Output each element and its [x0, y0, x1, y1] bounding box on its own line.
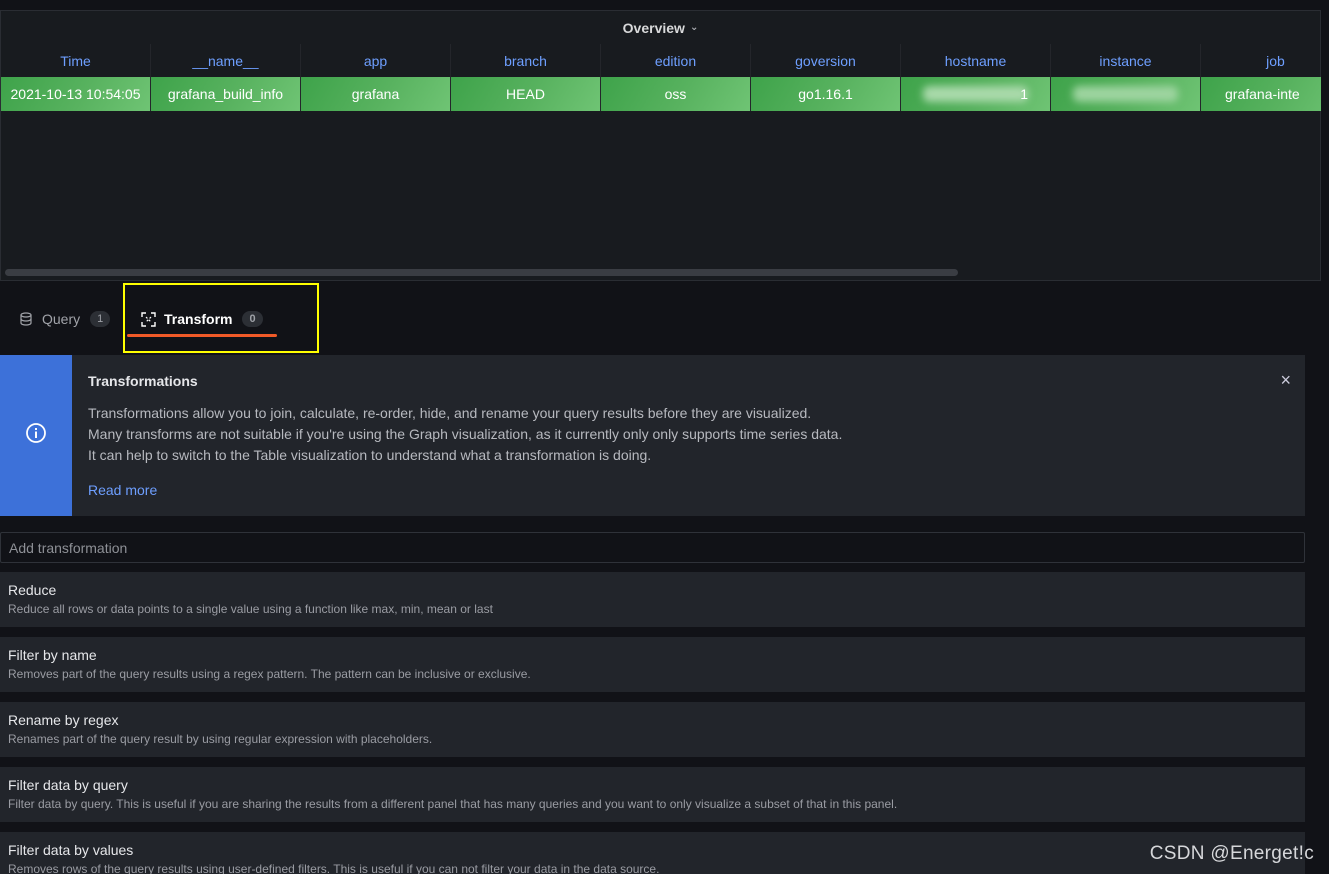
tab-transform-count: 0 — [242, 311, 263, 327]
chevron-down-icon[interactable]: ⌄ — [690, 22, 698, 33]
alert-title: Transformations — [88, 373, 198, 389]
tab-query[interactable]: Query 1 — [18, 300, 111, 338]
transformation-card-filter-data-by-values[interactable]: Filter data by values Removes rows of th… — [0, 832, 1305, 874]
column-header-instance[interactable]: instance — [1051, 44, 1201, 77]
transformation-card-rename-by-regex[interactable]: Rename by regex Renames part of the quer… — [0, 702, 1305, 757]
info-icon — [25, 422, 47, 449]
transformation-title: Filter data by query — [8, 777, 128, 793]
table-cell-time: 2021-10-13 10:54:05 — [1, 77, 151, 111]
transformation-description: Reduce all rows or data points to a sing… — [8, 602, 493, 616]
transformation-description: Removes part of the query results using … — [8, 667, 531, 681]
alert-body: Transformations Transformations allow yo… — [72, 355, 1305, 516]
column-header-goversion[interactable]: goversion — [751, 44, 901, 77]
transformation-card-filter-data-by-query[interactable]: Filter data by query Filter data by quer… — [0, 767, 1305, 822]
transformation-title: Filter data by values — [8, 842, 134, 858]
alert-accent-bar — [0, 355, 72, 516]
panel-title[interactable]: Overview — [623, 20, 685, 36]
alert-text-line-3: It can help to switch to the Table visua… — [88, 447, 652, 463]
tab-query-count: 1 — [90, 311, 111, 327]
add-transformation-input[interactable] — [0, 532, 1305, 563]
table-cell-branch: HEAD — [451, 77, 601, 111]
column-header-hostname[interactable]: hostname — [901, 44, 1051, 77]
read-more-link[interactable]: Read more — [88, 482, 157, 498]
table-cell-goversion: go1.16.1 — [751, 77, 901, 111]
table-cell-edition: oss — [601, 77, 751, 111]
database-icon — [18, 311, 34, 327]
panel-header[interactable]: Overview ⌄ — [1, 11, 1320, 44]
transformation-title: Rename by regex — [8, 712, 119, 728]
transformation-title: Reduce — [8, 582, 57, 598]
active-tab-underline — [127, 334, 277, 337]
column-header-name[interactable]: __name__ — [151, 44, 301, 77]
hostname-visible-fragment: 1 — [1020, 86, 1028, 102]
scrollbar-thumb[interactable] — [5, 269, 958, 276]
watermark: CSDN @Energet!c — [1149, 843, 1314, 864]
transformation-title: Filter by name — [8, 647, 97, 663]
transformation-description: Filter data by query. This is useful if … — [8, 797, 898, 811]
table-cell-hostname: 1 — [901, 77, 1051, 111]
table-cell-instance — [1051, 77, 1201, 111]
column-header-time[interactable]: Time — [1, 44, 151, 77]
close-icon[interactable]: × — [1280, 370, 1291, 391]
tab-query-label: Query — [42, 311, 81, 327]
table-header-row: Time __name__ app branch edition goversi… — [1, 44, 1321, 77]
redaction-blur — [923, 86, 1028, 102]
transformation-card-reduce[interactable]: Reduce Reduce all rows or data points to… — [0, 572, 1305, 627]
table-cell-app: grafana — [301, 77, 451, 111]
column-header-edition[interactable]: edition — [601, 44, 751, 77]
transformations-info-alert: Transformations Transformations allow yo… — [0, 355, 1305, 516]
column-header-app[interactable]: app — [301, 44, 451, 77]
data-table: Time __name__ app branch edition goversi… — [1, 44, 1321, 111]
tab-transform-label: Transform — [164, 311, 233, 327]
tab-transform[interactable]: Transform 0 — [140, 300, 263, 338]
overview-panel: Overview ⌄ Time __name__ app branch edit… — [0, 10, 1321, 281]
column-header-branch[interactable]: branch — [451, 44, 601, 77]
column-header-job[interactable]: job — [1201, 44, 1321, 77]
alert-text-line-2: Many transforms are not suitable if you'… — [88, 426, 843, 442]
horizontal-scrollbar[interactable] — [3, 269, 1318, 277]
table-cell-job: grafana-inte — [1201, 77, 1321, 111]
table-row: 2021-10-13 10:54:05 grafana_build_info g… — [1, 77, 1321, 111]
transformation-description: Renames part of the query result by usin… — [8, 732, 433, 746]
transformation-list: Reduce Reduce all rows or data points to… — [0, 572, 1305, 874]
transform-editor-page: Overview ⌄ Time __name__ app branch edit… — [0, 0, 1329, 874]
alert-text-line-1: Transformations allow you to join, calcu… — [88, 405, 812, 421]
table-cell-name: grafana_build_info — [151, 77, 301, 111]
transform-icon — [140, 311, 156, 327]
transformation-description: Removes rows of the query results using … — [8, 862, 660, 874]
transformation-card-filter-by-name[interactable]: Filter by name Removes part of the query… — [0, 637, 1305, 692]
